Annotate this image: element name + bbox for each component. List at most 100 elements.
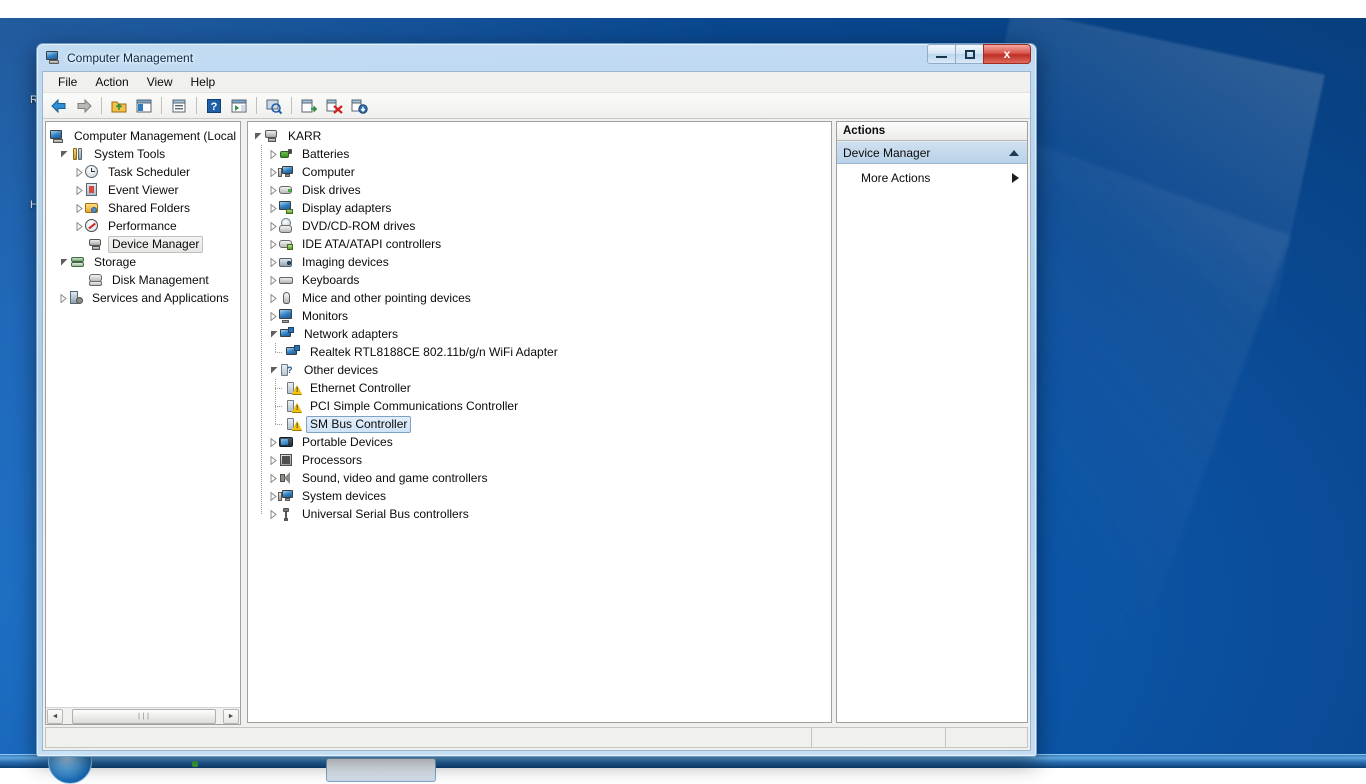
help-button[interactable]: ? [202, 95, 226, 117]
minimize-button[interactable] [927, 44, 956, 64]
expander-collapsed-icon[interactable] [270, 492, 277, 501]
tree-item-shared-folders[interactable]: Shared Folders [48, 199, 240, 217]
tree-item-services-and-applications[interactable]: Services and Applications [48, 289, 240, 307]
console-tree-icon [135, 97, 153, 115]
expander-collapsed-icon[interactable] [270, 258, 277, 267]
expander-expanded-icon[interactable] [254, 132, 263, 141]
actions-pane-header: Actions [837, 122, 1027, 141]
expander-collapsed-icon[interactable] [270, 312, 277, 321]
tree-item-storage[interactable]: Storage [48, 253, 240, 271]
console-tree: Computer Management (Local System Tools [46, 122, 240, 707]
tray-icon[interactable] [192, 761, 198, 767]
device-node-sm-bus-controller[interactable]: ! SM Bus Controller [252, 415, 831, 433]
display-adapter-icon [278, 200, 294, 216]
scroll-right-button[interactable]: ► [223, 709, 239, 724]
toolbar-separator [196, 97, 197, 114]
menu-help[interactable]: Help [182, 73, 225, 91]
device-node-other-devices[interactable]: ? Other devices [252, 361, 831, 379]
status-bar [45, 727, 1028, 748]
expander-collapsed-icon[interactable] [76, 168, 83, 177]
device-node-label: PCI Simple Communications Controller [306, 398, 522, 415]
device-node-label: Disk drives [298, 182, 365, 199]
maximize-button[interactable] [955, 44, 984, 64]
actions-section-device-manager[interactable]: Device Manager [837, 141, 1027, 164]
expander-expanded-icon[interactable] [270, 330, 279, 339]
expander-collapsed-icon[interactable] [270, 186, 277, 195]
expander-collapsed-icon[interactable] [270, 510, 277, 519]
device-node-display-adapters[interactable]: Display adapters [252, 199, 831, 217]
device-node-pci-simple-communications-controller[interactable]: ! PCI Simple Communications Controller [252, 397, 831, 415]
scan-for-hardware-changes-button[interactable] [262, 95, 286, 117]
tree-item-computer-management[interactable]: Computer Management (Local [48, 127, 240, 145]
device-node-portable-devices[interactable]: Portable Devices [252, 433, 831, 451]
expander-collapsed-icon[interactable] [76, 204, 83, 213]
expander-collapsed-icon[interactable] [270, 222, 277, 231]
menu-file[interactable]: File [49, 73, 86, 91]
device-node-monitors[interactable]: Monitors [252, 307, 831, 325]
device-node-computer[interactable]: Computer [252, 163, 831, 181]
update-driver-button[interactable] [297, 95, 321, 117]
device-node-system-devices[interactable]: System devices [252, 487, 831, 505]
tree-item-disk-management[interactable]: Disk Management [48, 271, 240, 289]
scrollbar-thumb[interactable]: ∣∣∣ [72, 709, 216, 724]
show-hide-action-pane-button[interactable] [227, 95, 251, 117]
device-node-realtek-wifi-adapter[interactable]: Realtek RTL8188CE 802.11b/g/n WiFi Adapt… [252, 343, 831, 361]
menu-action[interactable]: Action [86, 73, 137, 91]
device-node-ide-ata-atapi-controllers[interactable]: IDE ATA/ATAPI controllers [252, 235, 831, 253]
device-node-batteries[interactable]: Batteries [252, 145, 831, 163]
expander-expanded-icon[interactable] [270, 366, 279, 375]
device-node-label: Universal Serial Bus controllers [298, 506, 473, 523]
expander-collapsed-icon[interactable] [270, 456, 277, 465]
computer-screen-icon [278, 164, 294, 180]
uninstall-device-button[interactable] [347, 95, 371, 117]
device-node-sound-video-and-game-controllers[interactable]: Sound, video and game controllers [252, 469, 831, 487]
show-hide-console-tree-button[interactable] [132, 95, 156, 117]
device-node-mice-and-other-pointing-devices[interactable]: Mice and other pointing devices [252, 289, 831, 307]
disable-device-button[interactable] [322, 95, 346, 117]
forward-button[interactable] [72, 95, 96, 117]
expander-collapsed-icon[interactable] [270, 240, 277, 249]
toolbar-separator [101, 97, 102, 114]
expander-collapsed-icon[interactable] [270, 474, 277, 483]
device-node-dvd-cd-rom-drives[interactable]: DVD/CD-ROM drives [252, 217, 831, 235]
expander-expanded-icon[interactable] [60, 258, 69, 267]
tree-item-system-tools[interactable]: System Tools [48, 145, 240, 163]
tree-item-device-manager[interactable]: Device Manager [48, 235, 240, 253]
title-bar[interactable]: Computer Management x [42, 45, 1031, 70]
scroll-left-button[interactable]: ◄ [47, 709, 63, 724]
back-button[interactable] [47, 95, 71, 117]
expander-collapsed-icon[interactable] [270, 150, 277, 159]
device-node-universal-serial-bus-controllers[interactable]: Universal Serial Bus controllers [252, 505, 831, 523]
expander-collapsed-icon[interactable] [60, 294, 67, 303]
device-node-imaging-devices[interactable]: Imaging devices [252, 253, 831, 271]
menu-view[interactable]: View [138, 73, 182, 91]
scrollbar-track[interactable]: ∣∣∣ [64, 709, 222, 724]
expander-collapsed-icon[interactable] [270, 204, 277, 213]
taskbar-window-button[interactable] [326, 758, 436, 782]
properties-button[interactable] [167, 95, 191, 117]
expander-expanded-icon[interactable] [60, 150, 69, 159]
expander-collapsed-icon[interactable] [270, 168, 277, 177]
device-node-keyboards[interactable]: Keyboards [252, 271, 831, 289]
console-tree-pane: Computer Management (Local System Tools [45, 121, 241, 725]
device-node-network-adapters[interactable]: Network adapters [252, 325, 831, 343]
device-node-karr[interactable]: KARR [252, 127, 831, 145]
device-node-disk-drives[interactable]: Disk drives [252, 181, 831, 199]
expander-collapsed-icon[interactable] [270, 438, 277, 447]
tree-item-event-viewer[interactable]: Event Viewer [48, 181, 240, 199]
device-node-processors[interactable]: Processors [252, 451, 831, 469]
computer-management-icon [50, 128, 66, 144]
device-node-ethernet-controller[interactable]: ! Ethernet Controller [252, 379, 831, 397]
expander-collapsed-icon[interactable] [270, 294, 277, 303]
expander-collapsed-icon[interactable] [76, 186, 83, 195]
expander-collapsed-icon[interactable] [270, 276, 277, 285]
more-actions-item[interactable]: More Actions [837, 167, 1027, 189]
chevron-up-icon[interactable] [1009, 150, 1019, 156]
up-one-level-button[interactable] [107, 95, 131, 117]
device-node-label: Batteries [298, 146, 353, 163]
tree-item-task-scheduler[interactable]: Task Scheduler [48, 163, 240, 181]
close-button[interactable]: x [983, 44, 1031, 64]
tree-item-performance[interactable]: Performance [48, 217, 240, 235]
expander-collapsed-icon[interactable] [76, 222, 83, 231]
console-tree-horizontal-scrollbar[interactable]: ◄ ∣∣∣ ► [46, 707, 240, 724]
